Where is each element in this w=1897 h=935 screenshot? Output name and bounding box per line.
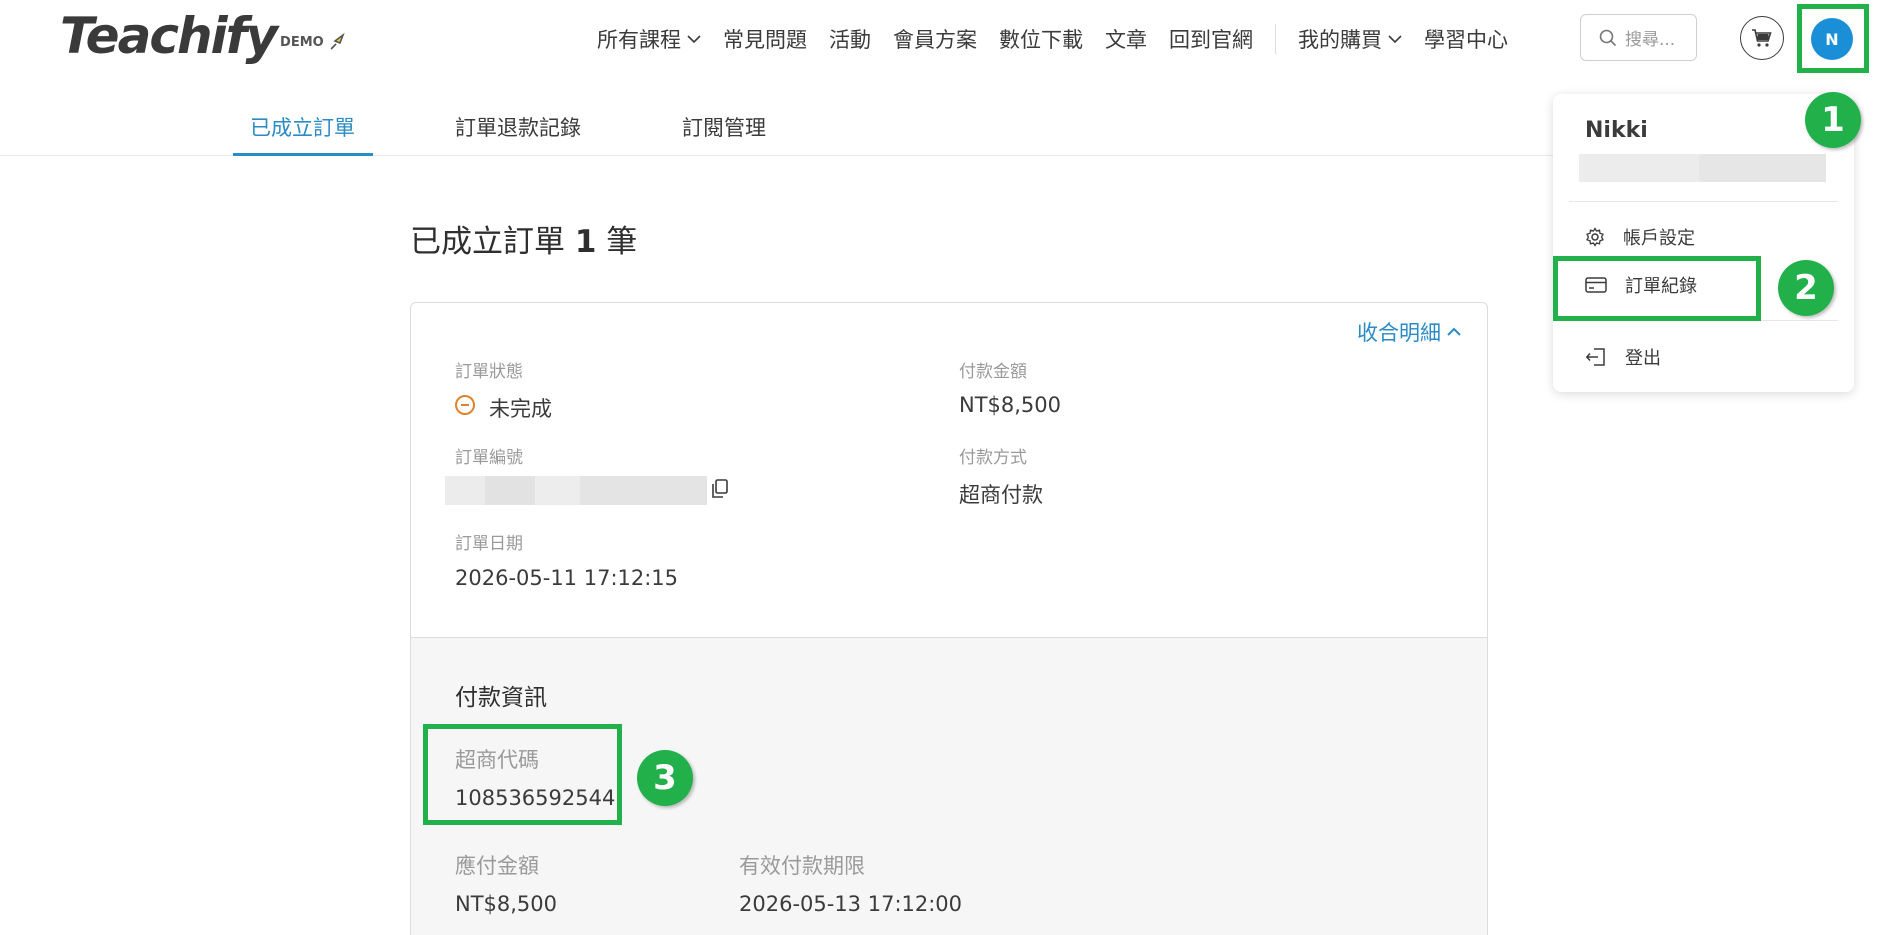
nav-label: 常見問題 (723, 28, 807, 52)
amount-label: 付款金額 (959, 362, 1027, 382)
chevron-down-icon (687, 35, 701, 44)
nav-label: 回到官網 (1169, 28, 1253, 52)
step2-badge: 2 (1778, 260, 1834, 316)
tab-refunds[interactable]: 訂單退款記錄 (455, 112, 581, 142)
chevron-up-icon (1447, 327, 1461, 336)
site-logo[interactable]: Teachify DEMO (60, 8, 348, 64)
nav-label: 會員方案 (893, 28, 977, 52)
user-name: Nikki (1585, 118, 1648, 143)
payment-method-value: 超商付款 (959, 483, 1043, 507)
order-card: 收合明細 訂單狀態 未完成 付款金額 NT$8,500 訂單編號 付款方式 超商… (410, 302, 1488, 935)
title-suffix: 筆 (606, 224, 638, 260)
status-label: 訂單狀態 (455, 362, 523, 382)
deadline-value: 2026-05-13 17:12:00 (739, 892, 963, 916)
site-header: Teachify DEMO 所有課程 常見問題 活動 會員方案 數位下載 文章 … (0, 0, 1897, 80)
order-count: 1 (574, 224, 597, 260)
nav-label: 所有課程 (597, 28, 681, 52)
status-value: 未完成 (489, 397, 552, 421)
menu-item-account-settings[interactable]: 帳戶設定 (1585, 224, 1695, 250)
menu-item-logout[interactable]: 登出 (1585, 344, 1661, 370)
step2-highlight-box (1553, 256, 1761, 321)
step3-badge: 3 (637, 750, 693, 806)
menu-divider (1569, 201, 1838, 202)
chevron-down-icon (1388, 35, 1402, 44)
logo-demo-badge: DEMO (280, 35, 324, 50)
payment-info-title: 付款資訊 (455, 685, 547, 711)
avatar[interactable]: N (1811, 18, 1853, 60)
nav-official-site[interactable]: 回到官網 (1169, 24, 1253, 54)
rocket-icon (328, 32, 348, 56)
order-tabs: 已成立訂單 訂單退款記錄 訂閱管理 (0, 100, 1560, 156)
page-title: 已成立訂單 1 筆 (410, 216, 637, 261)
nav-my-purchases[interactable]: 我的購買 (1298, 24, 1402, 54)
store-code-value: 108536592544 (455, 786, 616, 810)
active-tab-indicator (233, 153, 373, 156)
order-number-redacted (445, 476, 707, 505)
search-placeholder: 搜尋... (1625, 30, 1676, 50)
store-code-label: 超商代碼 (455, 748, 539, 772)
user-dropdown-menu: Nikki 帳戶設定 訂單紀錄 登出 (1553, 94, 1854, 392)
nav-all-courses[interactable]: 所有課程 (597, 24, 701, 54)
tab-subscriptions[interactable]: 訂閱管理 (682, 112, 766, 142)
pending-status-icon (455, 395, 475, 415)
logo-text: Teachify (60, 7, 278, 65)
payment-info-section: 付款資訊 超商代碼 108536592544 應付金額 NT$8,500 有效付… (411, 637, 1487, 935)
nav-learning-center[interactable]: 學習中心 (1424, 24, 1508, 54)
order-number-label: 訂單編號 (455, 448, 523, 468)
order-date-label: 訂單日期 (455, 534, 523, 554)
main-nav: 所有課程 常見問題 活動 會員方案 數位下載 文章 回到官網 我的購買 學習中心 (597, 24, 1530, 54)
title-prefix: 已成立訂單 (410, 224, 565, 260)
cart-button[interactable] (1740, 16, 1784, 60)
nav-faq[interactable]: 常見問題 (723, 24, 807, 54)
menu-item-label: 帳戶設定 (1623, 228, 1695, 249)
menu-item-label: 登出 (1625, 348, 1661, 369)
gear-icon (1586, 227, 1604, 247)
collapse-label: 收合明細 (1357, 321, 1441, 345)
search-icon (1599, 29, 1617, 46)
deadline-label: 有效付款期限 (739, 854, 865, 878)
nav-label: 數位下載 (999, 28, 1083, 52)
nav-label: 學習中心 (1424, 28, 1508, 52)
due-amount-label: 應付金額 (455, 854, 539, 878)
payment-method-label: 付款方式 (959, 448, 1027, 468)
nav-label: 我的購買 (1298, 28, 1382, 52)
nav-membership[interactable]: 會員方案 (893, 24, 977, 54)
cart-icon (1752, 29, 1772, 47)
nav-divider (1275, 24, 1276, 54)
user-email-redacted (1579, 154, 1826, 182)
nav-label: 文章 (1105, 28, 1147, 52)
copy-icon[interactable] (711, 479, 729, 503)
tab-orders[interactable]: 已成立訂單 (250, 112, 355, 142)
nav-articles[interactable]: 文章 (1105, 24, 1147, 54)
amount-value: NT$8,500 (959, 393, 1062, 417)
nav-downloads[interactable]: 數位下載 (999, 24, 1083, 54)
nav-events[interactable]: 活動 (829, 24, 871, 54)
nav-label: 活動 (829, 28, 871, 52)
step1-badge: 1 (1805, 92, 1861, 148)
logout-icon (1585, 348, 1605, 366)
order-date-value: 2026-05-11 17:12:15 (455, 566, 679, 590)
search-box[interactable]: 搜尋... (1580, 14, 1697, 61)
due-amount-value: NT$8,500 (455, 892, 558, 916)
collapse-details-button[interactable]: 收合明細 (1357, 317, 1461, 347)
